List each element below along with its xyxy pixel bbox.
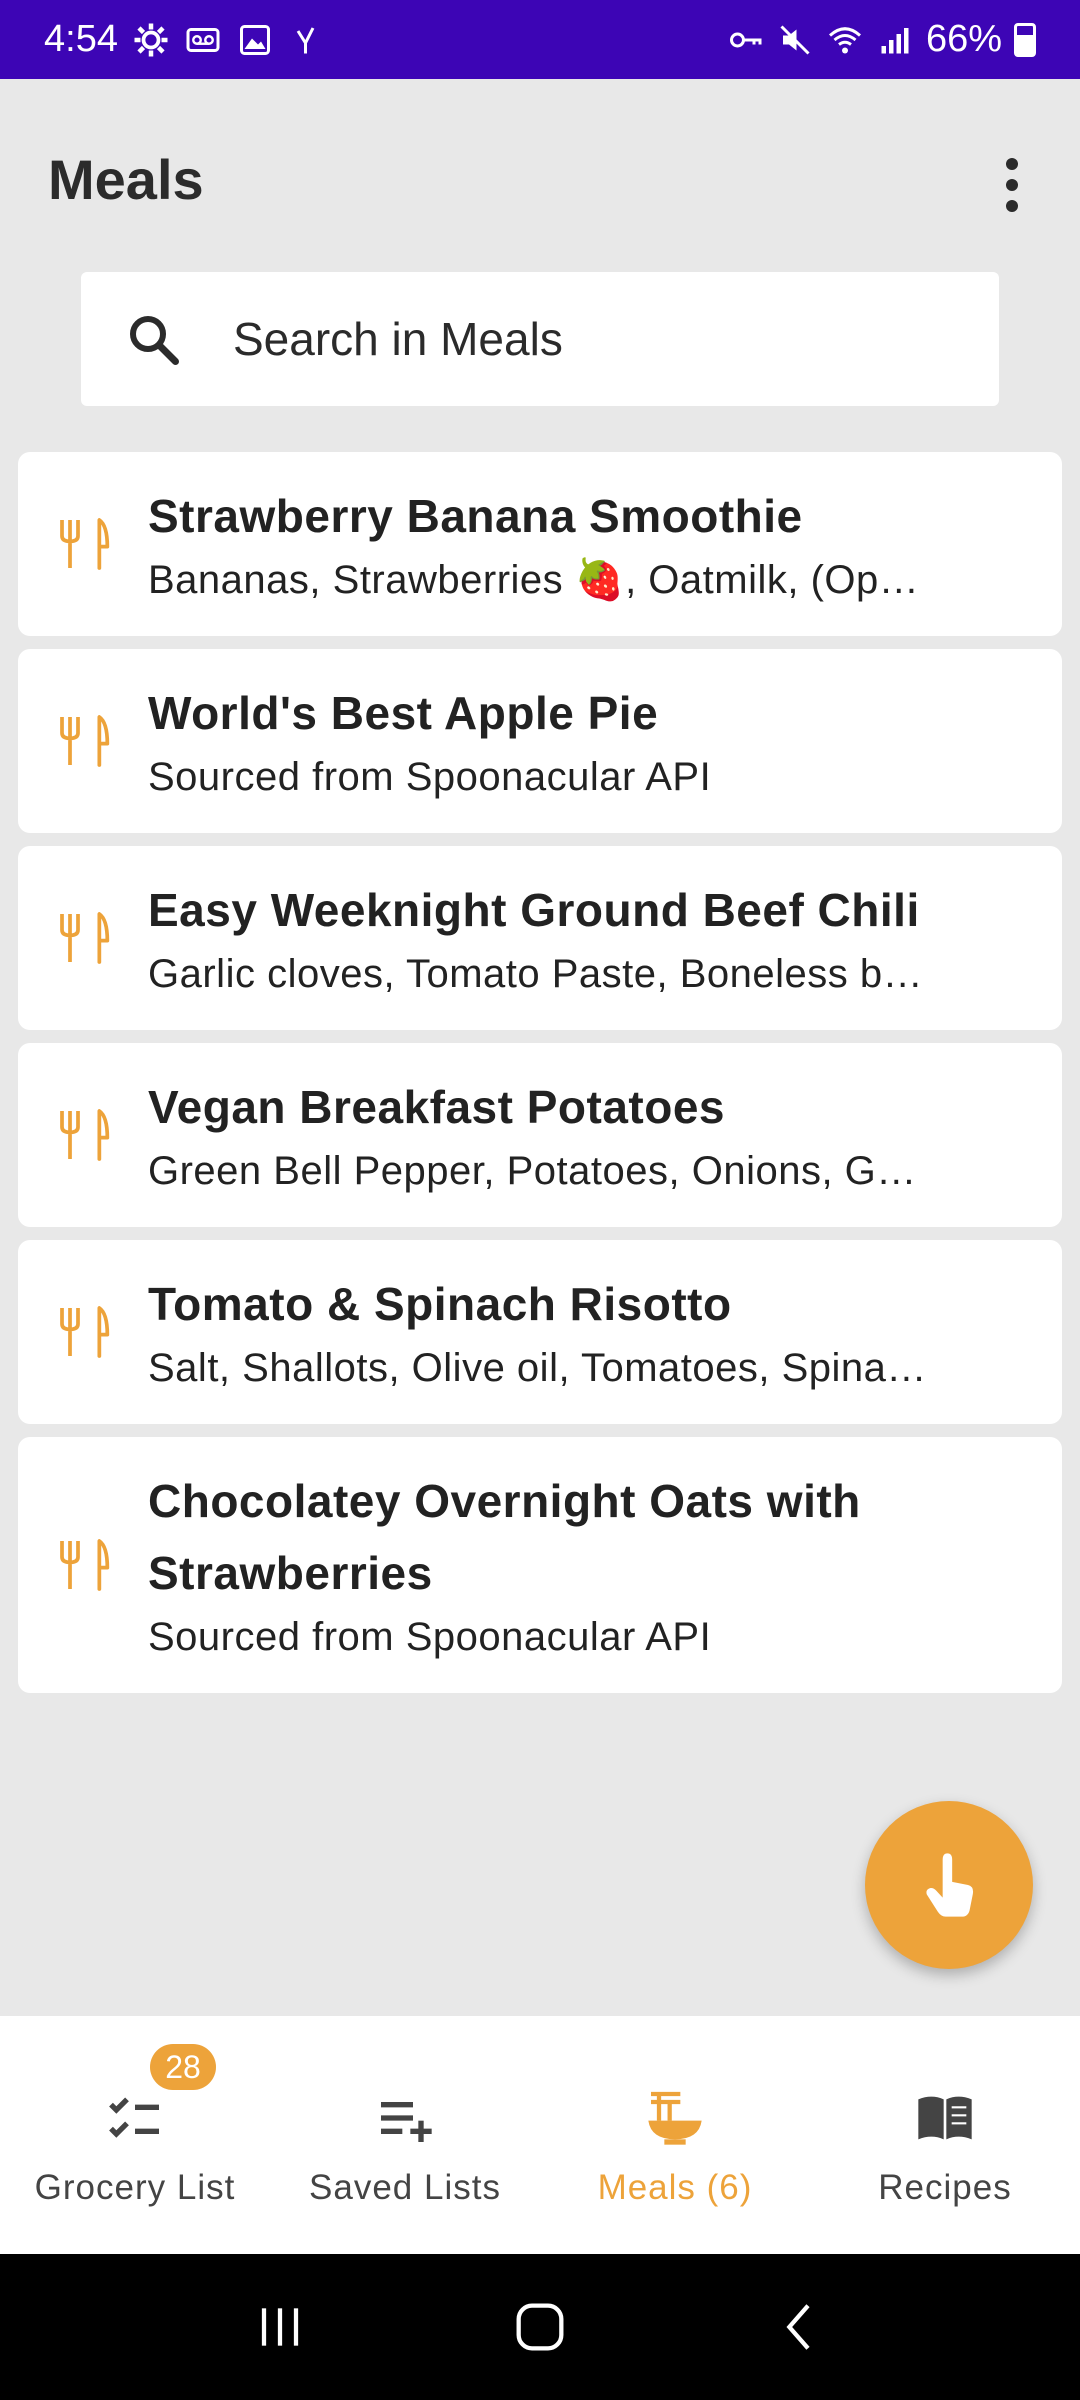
- grocery-count-badge: 28: [150, 2044, 216, 2090]
- status-bar: 4:54 66%: [0, 0, 1080, 79]
- meal-title: Chocolatey Overnight Oats with Strawberr…: [148, 1475, 861, 1599]
- meal-title: Tomato & Spinach Risotto: [148, 1278, 732, 1330]
- utensils-icon: [60, 518, 110, 570]
- meal-title: World's Best Apple Pie: [148, 687, 659, 739]
- meal-item[interactable]: Easy Weeknight Ground Beef Chili Garlic …: [18, 846, 1062, 1030]
- nav-recipes[interactable]: Recipes: [810, 2016, 1080, 2254]
- utensils-icon: [60, 715, 110, 767]
- nav-label: Meals (6): [597, 2168, 753, 2207]
- playlist-add-icon: [381, 2102, 432, 2142]
- wifi-icon: [826, 21, 864, 59]
- ramen-bowl-icon: [648, 2091, 702, 2145]
- meal-item[interactable]: Tomato & Spinach Risotto Salt, Shallots,…: [18, 1240, 1062, 1424]
- home-button[interactable]: [500, 2287, 580, 2367]
- voicemail-icon: [184, 21, 222, 59]
- search-input[interactable]: [233, 312, 933, 366]
- signal-y-icon: [288, 21, 326, 59]
- vpn-key-icon: [726, 21, 764, 59]
- meal-title: Strawberry Banana Smoothie: [148, 490, 803, 542]
- nav-label: Grocery List: [34, 2168, 236, 2207]
- meal-subtitle: Bananas, Strawberries 🍓, Oatmilk, (Optio…: [148, 558, 928, 602]
- system-nav-bar: [0, 2254, 1080, 2400]
- utensils-icon: [60, 1306, 110, 1358]
- touch-fab-button[interactable]: [865, 1801, 1033, 1969]
- nav-label: Saved Lists: [309, 2168, 501, 2207]
- meal-title: Easy Weeknight Ground Beef Chili: [148, 884, 920, 936]
- nav-meals[interactable]: Meals (6): [540, 2016, 810, 2254]
- nav-label: Recipes: [878, 2168, 1012, 2207]
- meal-item[interactable]: Strawberry Banana Smoothie Bananas, Stra…: [18, 452, 1062, 636]
- page-title: Meals: [48, 148, 204, 211]
- book-icon: [918, 2096, 972, 2140]
- utensils-icon: [60, 912, 110, 964]
- home-icon: [516, 2303, 564, 2351]
- battery-percent: 66%: [925, 18, 1002, 60]
- recent-apps-button[interactable]: [240, 2287, 320, 2367]
- bottom-nav: 28 Grocery List Saved Lists Meals (6) Re…: [0, 2016, 1080, 2254]
- meal-subtitle: Salt, Shallots, Olive oil, Tomatoes, Spi…: [148, 1346, 928, 1390]
- checklist-icon: [109, 2097, 159, 2138]
- meal-title: Vegan Breakfast Potatoes: [148, 1081, 726, 1133]
- nav-grocery-list[interactable]: 28 Grocery List: [0, 2016, 270, 2254]
- recent-apps-icon: [261, 2308, 299, 2346]
- battery-icon: [1014, 22, 1036, 57]
- app-bar: Meals: [0, 79, 1080, 279]
- utensils-icon: [60, 1539, 110, 1591]
- more-vert-icon[interactable]: [982, 145, 1042, 225]
- settings-icon: [132, 21, 170, 59]
- cellular-icon: [876, 21, 914, 59]
- search-bar[interactable]: [81, 272, 999, 406]
- meal-subtitle: Garlic cloves, Tomato Paste, Boneless be…: [148, 952, 928, 996]
- utensils-icon: [60, 1109, 110, 1161]
- meal-item[interactable]: Vegan Breakfast Potatoes Green Bell Pepp…: [18, 1043, 1062, 1227]
- touch-icon: [926, 1853, 974, 1917]
- search-icon: [130, 316, 179, 365]
- status-time: 4:54: [44, 18, 118, 60]
- back-icon: [786, 2304, 810, 2350]
- mute-icon: [776, 21, 814, 59]
- meal-subtitle: Sourced from Spoonacular API: [148, 1615, 712, 1659]
- image-icon: [236, 21, 274, 59]
- meal-item[interactable]: Chocolatey Overnight Oats with Strawberr…: [18, 1437, 1062, 1693]
- meal-list: Strawberry Banana Smoothie Bananas, Stra…: [18, 452, 1062, 1706]
- meal-subtitle: Green Bell Pepper, Potatoes, Onions, Gar…: [148, 1149, 928, 1193]
- meal-subtitle: Sourced from Spoonacular API: [148, 755, 712, 799]
- back-button[interactable]: [760, 2287, 840, 2367]
- meal-item[interactable]: World's Best Apple Pie Sourced from Spoo…: [18, 649, 1062, 833]
- nav-saved-lists[interactable]: Saved Lists: [270, 2016, 540, 2254]
